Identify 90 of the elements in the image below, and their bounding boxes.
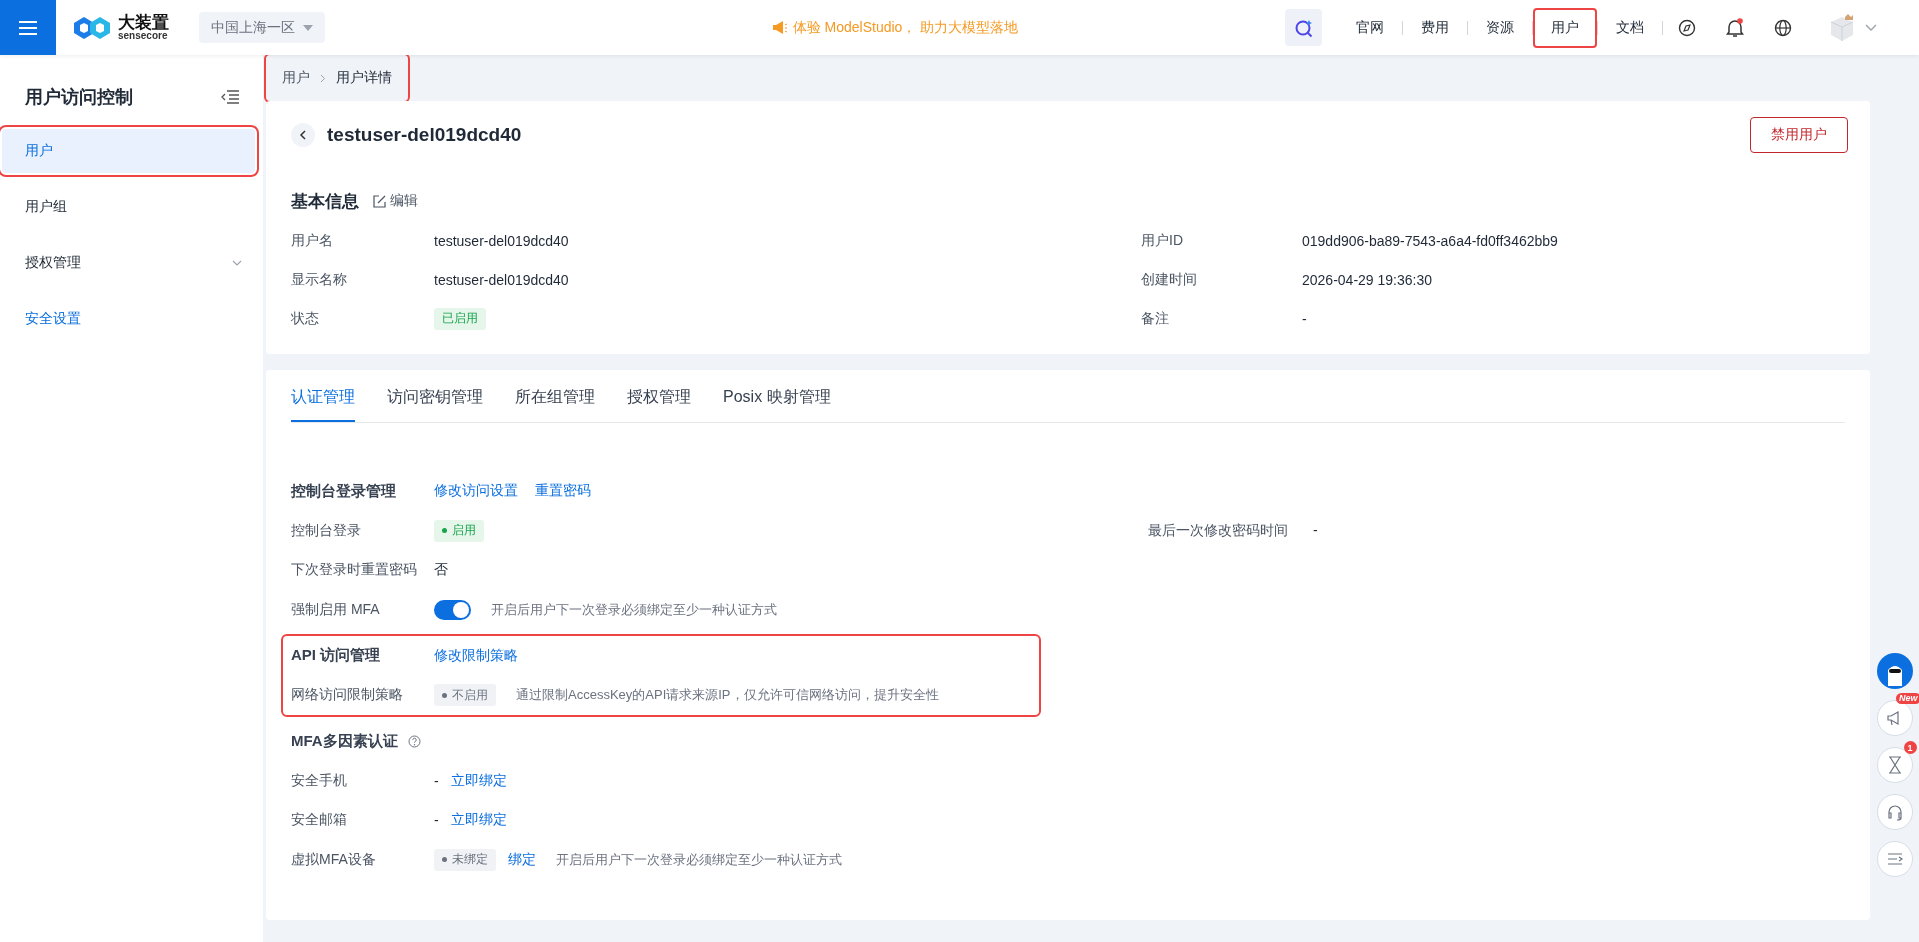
hint-text: 开启后用户下一次登录必须绑定至少一种认证方式	[556, 850, 842, 869]
edit-icon	[373, 194, 386, 208]
field-value: testuser-del019dcd40	[434, 232, 569, 249]
field-label: 控制台登录	[291, 521, 362, 540]
field-label: 下次登录时重置密码	[291, 561, 418, 580]
tab[interactable]: 认证管理	[291, 370, 355, 422]
field-value: -	[1313, 521, 1318, 540]
section-title: API 访问管理	[291, 646, 382, 665]
nav-link[interactable]: 用户	[1533, 7, 1597, 48]
help-icon[interactable]	[407, 734, 421, 748]
field-label: 安全邮箱	[291, 811, 348, 830]
collapse-icon[interactable]	[221, 90, 239, 104]
nav-link[interactable]: 资源	[1468, 7, 1532, 48]
brand-name: 大装置	[118, 14, 169, 31]
headset-icon	[1886, 803, 1903, 821]
sidebar-item[interactable]: 授权管理	[12, 241, 255, 285]
field-label: 用户ID	[1141, 231, 1183, 250]
new-badge: New	[1896, 693, 1919, 704]
logo-icon	[72, 14, 112, 41]
nav-link[interactable]: 官网	[1338, 7, 1402, 48]
sidebar-item[interactable]: 安全设置	[12, 297, 255, 341]
sidebar-item[interactable]: 用户组	[12, 185, 255, 229]
hourglass-icon	[1887, 756, 1902, 774]
menu-icon	[19, 20, 37, 35]
back-button[interactable]	[291, 123, 315, 147]
menu-button[interactable]	[0, 0, 56, 55]
region-select[interactable]: 中国上海一区	[199, 12, 325, 43]
field-value: 019dd906-ba89-7543-a6a4-fd0ff3462bb9	[1302, 232, 1558, 249]
caret-down-icon	[303, 24, 313, 31]
list-arrow-icon	[1886, 853, 1903, 865]
status-tag: 未绑定	[434, 848, 496, 871]
hint-text: 通过限制AccessKey的API请求来源IP，仅允许可信网络访问，提升安全性	[516, 686, 939, 705]
support-button[interactable]	[1876, 794, 1913, 830]
bind-link[interactable]: 立即绑定	[450, 811, 507, 830]
section-title: 基本信息	[291, 190, 359, 213]
field-label: 虚拟MFA设备	[291, 850, 377, 869]
action-link[interactable]: 修改限制策略	[434, 646, 518, 665]
nav-link[interactable]: 费用	[1403, 7, 1467, 48]
tab[interactable]: 访问密钥管理	[387, 370, 483, 422]
chevron-down-icon[interactable]	[1865, 23, 1877, 32]
field-label: 显示名称	[291, 270, 347, 289]
field-label: 最后一次修改密码时间	[1148, 521, 1289, 540]
field-label: 强制启用 MFA	[291, 600, 381, 619]
field-value: 否	[434, 561, 448, 580]
brand-tagline: sensecore	[118, 31, 169, 41]
section-title: MFA多因素认证	[291, 731, 398, 751]
field-value: testuser-del019dcd40	[434, 271, 569, 288]
search-button[interactable]	[1285, 9, 1322, 46]
hourglass-button[interactable]	[1876, 747, 1913, 783]
announcement-button[interactable]	[1876, 700, 1913, 736]
action-link[interactable]: 重置密码	[535, 482, 591, 500]
field-value: 2026-04-29 19:36:30	[1302, 271, 1432, 288]
field-label: 安全手机	[291, 771, 348, 790]
chevron-down-icon	[232, 260, 242, 266]
nav-link[interactable]: 文档	[1598, 7, 1662, 48]
tab[interactable]: 所在组管理	[515, 370, 595, 422]
field-value: -	[434, 812, 439, 829]
count-badge: 1	[1903, 741, 1917, 754]
toggle-switch[interactable]	[434, 599, 471, 620]
field-value: -	[1302, 310, 1307, 327]
menu-toggle-button[interactable]	[1876, 841, 1913, 877]
field-label: 用户名	[291, 231, 333, 250]
page-title: testuser-del019dcd40	[327, 124, 522, 146]
section-title: 控制台登录管理	[291, 481, 397, 501]
edit-button[interactable]: 编辑	[373, 192, 418, 210]
action-link[interactable]: 修改访问设置	[434, 482, 518, 500]
field-label: 网络访问限制策略	[291, 686, 404, 705]
globe-icon[interactable]	[1774, 18, 1792, 37]
disable-user-button[interactable]: 禁用用户	[1750, 117, 1848, 153]
tab[interactable]: 授权管理	[627, 370, 691, 422]
assistant-button[interactable]	[1876, 653, 1913, 689]
compass-icon[interactable]	[1678, 18, 1696, 37]
bind-link[interactable]: 立即绑定	[450, 771, 507, 790]
breadcrumb-item[interactable]: 用户	[282, 69, 310, 87]
chevron-right-icon	[320, 73, 326, 83]
tab[interactable]: Posix 映射管理	[723, 370, 831, 422]
chevron-left-icon	[299, 130, 307, 140]
breadcrumb-item: 用户详情	[336, 69, 392, 87]
megaphone-icon	[771, 21, 787, 34]
status-tag: 启用	[434, 519, 484, 542]
bind-link[interactable]: 绑定	[508, 850, 536, 869]
status-tag: 已启用	[434, 307, 486, 330]
hint-text: 开启后用户下一次登录必须绑定至少一种认证方式	[491, 600, 777, 619]
field-label: 备注	[1141, 309, 1169, 328]
sidebar-title: 用户访问控制	[25, 86, 133, 109]
field-label: 状态	[291, 309, 319, 328]
field-label: 创建时间	[1141, 270, 1197, 289]
status-tag: 不启用	[434, 684, 496, 707]
bell-icon[interactable]	[1726, 17, 1744, 38]
field-value: -	[434, 772, 439, 789]
